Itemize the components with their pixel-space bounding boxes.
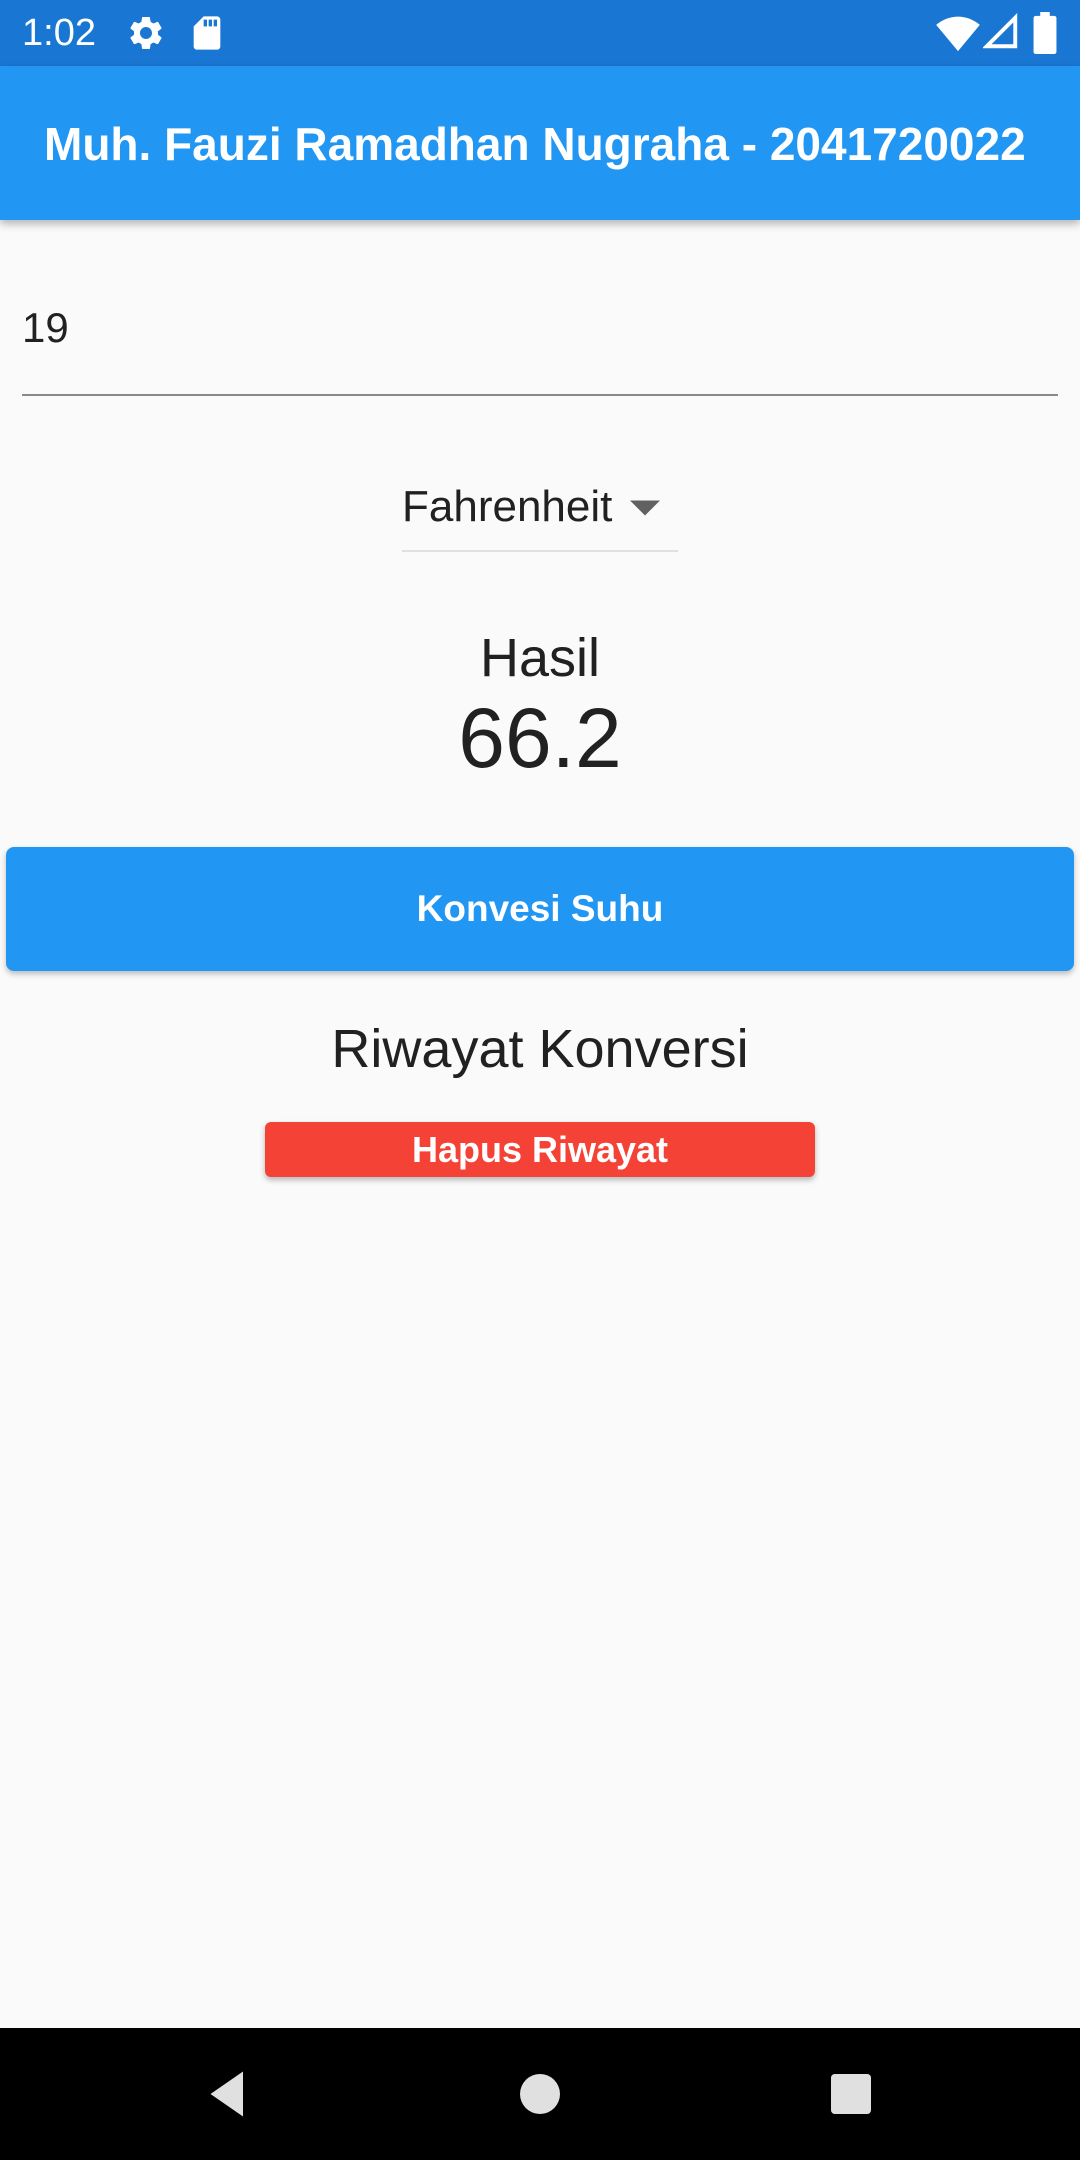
navigation-bar xyxy=(0,2028,1080,2160)
temperature-input[interactable] xyxy=(22,298,1058,358)
unit-dropdown[interactable]: Fahrenheit xyxy=(402,470,678,552)
arrow-drop-down-icon xyxy=(630,500,660,516)
status-time: 1:02 xyxy=(22,12,96,54)
app-bar: Muh. Fauzi Ramadhan Nugraha - 2041720022 xyxy=(0,66,1080,220)
settings-icon xyxy=(130,16,162,49)
battery-icon xyxy=(1033,12,1057,54)
unit-dropdown-value: Fahrenheit xyxy=(402,482,613,531)
clear-history-button[interactable]: Hapus Riwayat xyxy=(265,1122,815,1177)
recents-icon[interactable] xyxy=(821,2064,881,2124)
back-icon[interactable] xyxy=(198,2064,258,2124)
result-value: 66.2 xyxy=(458,691,622,785)
history-list xyxy=(0,1200,1080,2020)
history-title: Riwayat Konversi xyxy=(331,1019,749,1079)
sd-card-icon xyxy=(193,16,221,50)
result-label: Hasil xyxy=(479,628,601,688)
wifi-icon xyxy=(936,16,980,52)
convert-button[interactable]: Konvesi Suhu xyxy=(6,847,1074,971)
app-bar-title: Muh. Fauzi Ramadhan Nugraha - 2041720022 xyxy=(44,118,1026,170)
home-icon[interactable] xyxy=(510,2064,570,2124)
app-screen: 1:02 Muh. Fauzi Ramadhan Nugraha - 20417… xyxy=(0,0,1080,2160)
temperature-input-field xyxy=(22,280,1058,396)
signal-icon xyxy=(983,13,1018,49)
status-bar: 1:02 xyxy=(0,0,1080,66)
